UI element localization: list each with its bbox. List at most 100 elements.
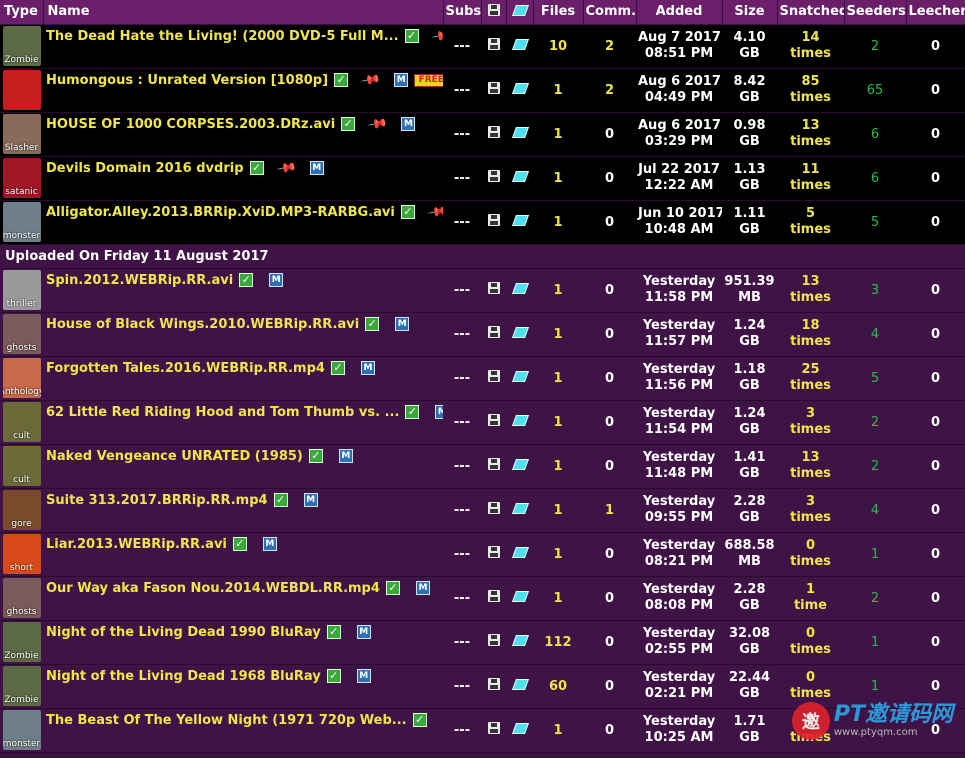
save-icon[interactable] [487,590,500,602]
comments-cell[interactable]: 0 [583,664,636,709]
category-icon[interactable]: cult [2,402,41,442]
mediainfo-icon[interactable]: M [415,581,430,595]
torrent-name-link[interactable]: House of Black Wings.2010.WEBRip.RR.avi [46,317,359,332]
leechers-cell[interactable]: 0 [906,400,965,445]
torrent-name-link[interactable]: Night of the Living Dead 1990 BluRay [46,625,321,640]
save-icon[interactable] [487,282,500,294]
files-cell[interactable]: 1 [533,312,583,357]
mediainfo-icon[interactable]: M [262,537,277,551]
save-cell[interactable] [481,488,506,533]
category-icon[interactable]: Zombie [2,666,41,706]
save-cell[interactable] [481,400,506,445]
category-cell[interactable]: monster [0,708,43,753]
category-cell[interactable]: gore [0,488,43,533]
category-icon[interactable]: ghosts [2,578,41,618]
save-icon[interactable] [487,82,500,94]
download-cell[interactable] [506,312,533,357]
download-cell[interactable] [506,112,533,157]
snatched-cell[interactable]: 13 times [777,112,844,157]
save-icon[interactable] [487,170,500,182]
category-cell[interactable] [0,68,43,113]
col-files[interactable]: Files [533,0,584,25]
leechers-cell[interactable]: 0 [906,68,965,113]
snatched-cell[interactable]: 18 times [777,312,844,357]
download-cell[interactable] [506,24,533,69]
comments-cell[interactable]: 0 [583,268,636,313]
category-cell[interactable]: thriller [0,268,43,313]
save-icon[interactable] [487,634,500,646]
category-icon[interactable]: gore [2,490,41,530]
files-cell[interactable]: 1 [533,156,583,201]
download-icon[interactable] [512,722,528,734]
save-icon[interactable] [487,326,500,338]
download-cell[interactable] [506,576,533,621]
comments-cell[interactable]: 0 [583,620,636,665]
mediainfo-icon[interactable]: M [395,317,410,331]
download-icon[interactable] [512,170,528,182]
category-icon[interactable]: cult [2,446,41,486]
leechers-cell[interactable]: 0 [906,112,965,157]
leechers-cell[interactable]: 0 [906,356,965,401]
comments-cell[interactable]: 0 [583,112,636,157]
download-icon[interactable] [512,214,528,226]
category-cell[interactable]: Anthology [0,356,43,401]
save-cell[interactable] [481,200,506,245]
download-icon[interactable] [512,590,528,602]
download-cell[interactable] [506,156,533,201]
comments-cell[interactable]: 0 [583,156,636,201]
category-cell[interactable]: Zombie [0,664,43,709]
download-cell[interactable] [506,664,533,709]
download-cell[interactable] [506,488,533,533]
mediainfo-icon[interactable]: M [401,117,416,131]
snatched-cell[interactable]: 13 times [777,444,844,489]
save-icon[interactable] [487,546,500,558]
download-icon[interactable] [512,38,528,50]
seeders-cell[interactable]: 2 [844,444,906,489]
col-comments[interactable]: Comm. [583,0,637,25]
save-icon[interactable] [487,214,500,226]
files-cell[interactable]: 1 [533,444,583,489]
col-added[interactable]: Added [636,0,723,25]
col-leechers[interactable]: Leechers [906,0,965,25]
download-cell[interactable] [506,620,533,665]
category-icon[interactable]: monster [2,202,41,242]
torrent-name-link[interactable]: Liar.2013.WEBRip.RR.avi [46,537,227,552]
torrent-name-link[interactable]: The Dead Hate the Living! (2000 DVD-5 Fu… [46,29,399,44]
download-icon[interactable] [512,414,528,426]
save-cell[interactable] [481,156,506,201]
category-icon[interactable]: ghosts [2,314,41,354]
snatched-cell[interactable]: 3 times [777,488,844,533]
seeders-cell[interactable]: 3 [844,268,906,313]
mediainfo-icon[interactable]: M [356,669,371,683]
seeders-cell[interactable]: 5 [844,356,906,401]
category-cell[interactable]: Zombie [0,620,43,665]
files-cell[interactable]: 60 [533,664,583,709]
download-icon[interactable] [512,634,528,646]
torrent-name-link[interactable]: Alligator.Alley.2013.BRRip.XviD.MP3-RARB… [46,205,395,220]
comments-cell[interactable]: 0 [583,532,636,577]
snatched-cell[interactable]: 3 times [777,400,844,445]
category-icon[interactable]: monster [2,710,41,750]
category-icon[interactable]: Slasher [2,114,41,154]
seeders-cell[interactable]: 6 [844,112,906,157]
torrent-name-link[interactable]: Humongous : Unrated Version [1080p] [46,73,328,88]
download-cell[interactable] [506,268,533,313]
download-icon[interactable] [512,678,528,690]
leechers-cell[interactable]: 0 [906,532,965,577]
download-cell[interactable] [506,400,533,445]
torrent-name-link[interactable]: Our Way aka Fason Nou.2014.WEBDL.RR.mp4 [46,581,380,596]
category-icon[interactable]: Zombie [2,26,41,66]
seeders-cell[interactable]: 65 [844,68,906,113]
download-cell[interactable] [506,200,533,245]
download-cell[interactable] [506,444,533,489]
download-cell[interactable] [506,532,533,577]
category-icon[interactable]: Zombie [2,622,41,662]
mediainfo-icon[interactable]: M [269,273,284,287]
seeders-cell[interactable]: 1 [844,620,906,665]
download-icon[interactable] [512,502,528,514]
mediainfo-icon[interactable]: M [338,449,353,463]
leechers-cell[interactable]: 0 [906,268,965,313]
torrent-name-link[interactable]: Naked Vengeance UNRATED (1985) [46,449,303,464]
col-snatched[interactable]: Snatched [777,0,845,25]
files-cell[interactable]: 1 [533,356,583,401]
